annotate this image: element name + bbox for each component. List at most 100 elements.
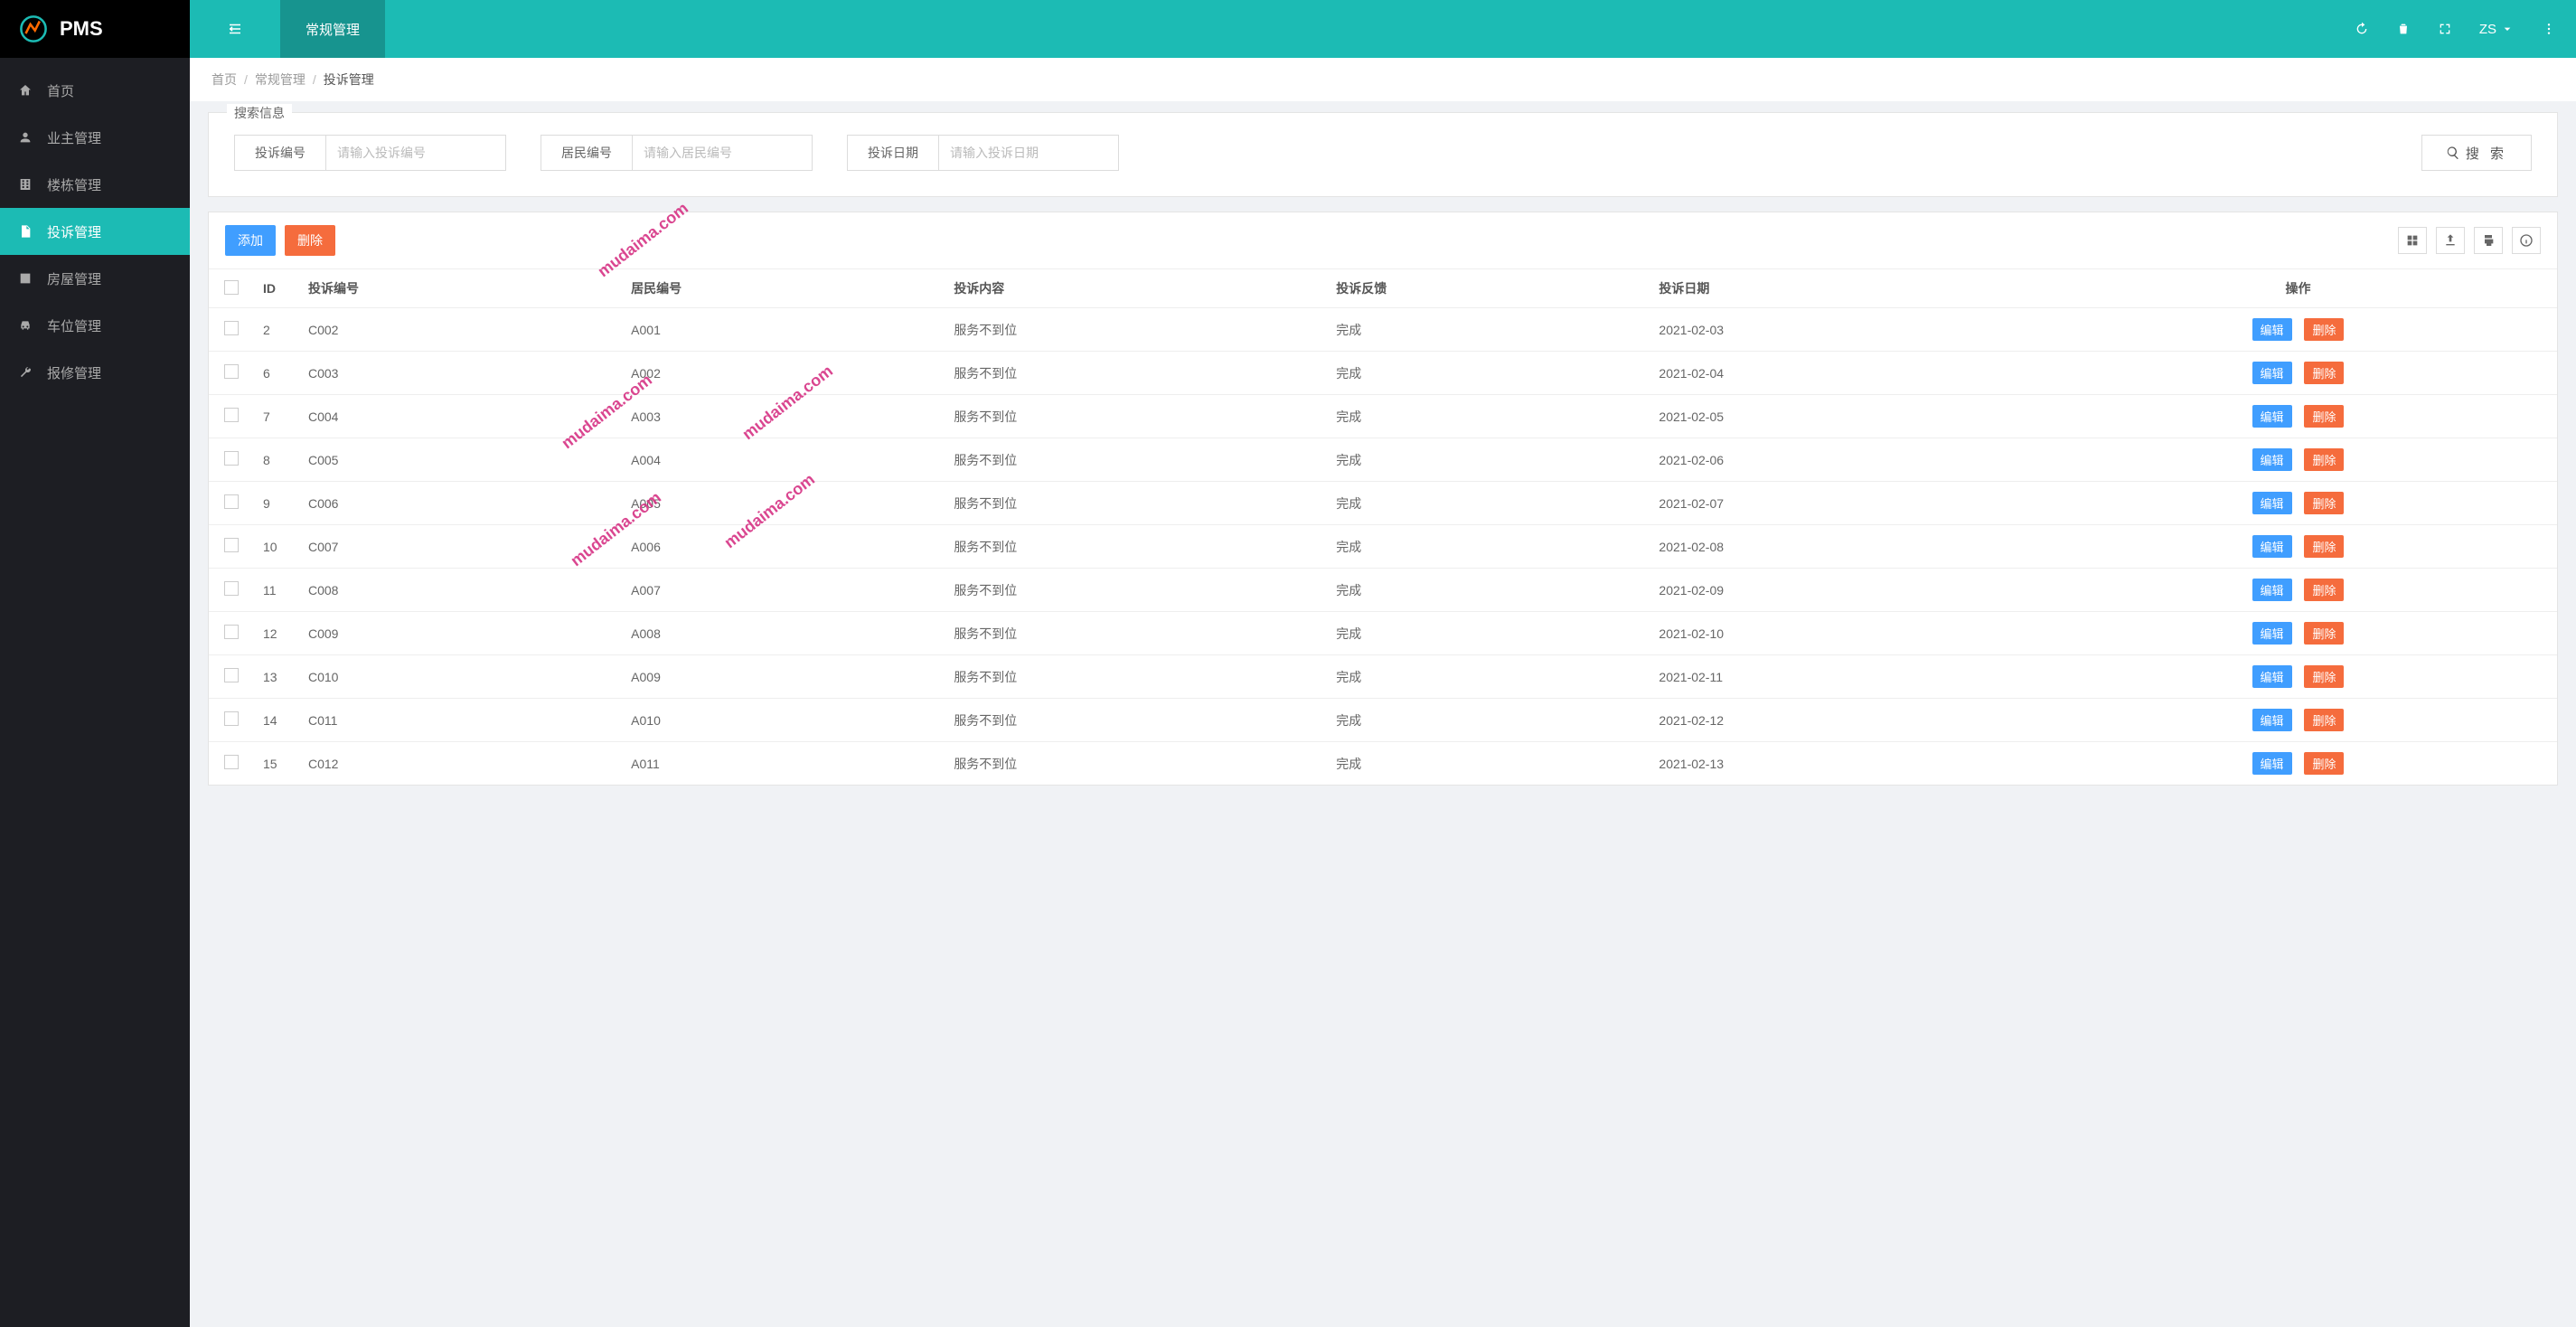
breadcrumb-separator: / bbox=[313, 72, 316, 87]
cell-date: 2021-02-12 bbox=[1650, 699, 2039, 742]
sidebar-item-3[interactable]: 投诉管理 bbox=[0, 208, 190, 255]
search-button[interactable]: 搜 索 bbox=[2421, 135, 2532, 171]
fullscreen-button[interactable] bbox=[2438, 22, 2452, 36]
row-checkbox[interactable] bbox=[224, 625, 239, 639]
sidebar-item-4[interactable]: 房屋管理 bbox=[0, 255, 190, 302]
edit-button[interactable]: 编辑 bbox=[2252, 362, 2292, 384]
logo-text: PMS bbox=[60, 17, 103, 41]
sidebar-item-label: 车位管理 bbox=[47, 316, 101, 335]
table-row: 8 C005 A004 服务不到位 完成 2021-02-06 编辑 删除 bbox=[209, 438, 2557, 482]
row-checkbox[interactable] bbox=[224, 408, 239, 422]
breadcrumb-item[interactable]: 常规管理 bbox=[255, 72, 306, 87]
search-input-0[interactable] bbox=[325, 135, 506, 171]
cell-feedback: 完成 bbox=[1327, 699, 1650, 742]
th-content[interactable]: 投诉内容 bbox=[945, 269, 1327, 308]
delete-button[interactable]: 删除 bbox=[2304, 709, 2344, 731]
cell-content: 服务不到位 bbox=[945, 742, 1327, 786]
columns-button[interactable] bbox=[2398, 227, 2427, 254]
cell-resident-no: A004 bbox=[622, 438, 945, 482]
print-button[interactable] bbox=[2474, 227, 2503, 254]
table-row: 12 C009 A008 服务不到位 完成 2021-02-10 编辑 删除 bbox=[209, 612, 2557, 655]
delete-button[interactable]: 删除 bbox=[2304, 752, 2344, 775]
info-button[interactable] bbox=[2512, 227, 2541, 254]
edit-button[interactable]: 编辑 bbox=[2252, 448, 2292, 471]
logo[interactable]: PMS bbox=[0, 0, 190, 58]
delete-button[interactable]: 删除 bbox=[2304, 405, 2344, 428]
more-button[interactable] bbox=[2542, 22, 2556, 36]
row-checkbox[interactable] bbox=[224, 364, 239, 379]
edit-button[interactable]: 编辑 bbox=[2252, 405, 2292, 428]
clear-button[interactable] bbox=[2396, 22, 2411, 36]
cell-id: 12 bbox=[254, 612, 299, 655]
delete-button[interactable]: 删除 bbox=[2304, 492, 2344, 514]
th-feedback[interactable]: 投诉反馈 bbox=[1327, 269, 1650, 308]
file-icon bbox=[18, 224, 34, 239]
user-menu[interactable]: ZS bbox=[2479, 22, 2515, 37]
row-checkbox[interactable] bbox=[224, 321, 239, 335]
edit-button[interactable]: 编辑 bbox=[2252, 709, 2292, 731]
checkbox-all[interactable] bbox=[224, 280, 239, 295]
cell-id: 2 bbox=[254, 308, 299, 352]
edit-button[interactable]: 编辑 bbox=[2252, 535, 2292, 558]
th-resident-no[interactable]: 居民编号 bbox=[622, 269, 945, 308]
sidebar-item-1[interactable]: 业主管理 bbox=[0, 114, 190, 161]
delete-button[interactable]: 删除 bbox=[2304, 579, 2344, 601]
search-input-2[interactable] bbox=[938, 135, 1119, 171]
th-id[interactable]: ID bbox=[254, 269, 299, 308]
cell-resident-no: A005 bbox=[622, 482, 945, 525]
sidebar-item-6[interactable]: 报修管理 bbox=[0, 349, 190, 396]
row-checkbox[interactable] bbox=[224, 755, 239, 769]
table-row: 6 C003 A002 服务不到位 完成 2021-02-04 编辑 删除 bbox=[209, 352, 2557, 395]
building-icon bbox=[18, 177, 34, 192]
table-row: 14 C011 A010 服务不到位 完成 2021-02-12 编辑 删除 bbox=[209, 699, 2557, 742]
sidebar-item-2[interactable]: 楼栋管理 bbox=[0, 161, 190, 208]
delete-button[interactable]: 删除 bbox=[2304, 318, 2344, 341]
top-tab[interactable]: 常规管理 bbox=[280, 0, 385, 58]
breadcrumb: 首页/常规管理/投诉管理 bbox=[190, 58, 2576, 101]
row-checkbox[interactable] bbox=[224, 451, 239, 466]
batch-delete-button[interactable]: 删除 bbox=[285, 225, 335, 256]
sidebar-item-5[interactable]: 车位管理 bbox=[0, 302, 190, 349]
edit-button[interactable]: 编辑 bbox=[2252, 665, 2292, 688]
edit-button[interactable]: 编辑 bbox=[2252, 622, 2292, 645]
edit-button[interactable]: 编辑 bbox=[2252, 492, 2292, 514]
delete-button[interactable]: 删除 bbox=[2304, 622, 2344, 645]
cell-resident-no: A001 bbox=[622, 308, 945, 352]
cell-id: 8 bbox=[254, 438, 299, 482]
data-table: ID 投诉编号 居民编号 投诉内容 投诉反馈 投诉日期 操作 2 C002 A0… bbox=[209, 268, 2557, 785]
delete-button[interactable]: 删除 bbox=[2304, 665, 2344, 688]
cell-feedback: 完成 bbox=[1327, 569, 1650, 612]
delete-button[interactable]: 删除 bbox=[2304, 448, 2344, 471]
search-input-1[interactable] bbox=[632, 135, 813, 171]
refresh-button[interactable] bbox=[2355, 22, 2369, 36]
edit-button[interactable]: 编辑 bbox=[2252, 318, 2292, 341]
cell-resident-no: A009 bbox=[622, 655, 945, 699]
collapse-button[interactable] bbox=[190, 0, 280, 58]
add-button[interactable]: 添加 bbox=[225, 225, 276, 256]
export-button[interactable] bbox=[2436, 227, 2465, 254]
row-checkbox[interactable] bbox=[224, 711, 239, 726]
row-checkbox[interactable] bbox=[224, 581, 239, 596]
collapse-icon bbox=[227, 21, 243, 37]
breadcrumb-item[interactable]: 首页 bbox=[212, 72, 237, 87]
edit-button[interactable]: 编辑 bbox=[2252, 579, 2292, 601]
print-icon bbox=[2481, 233, 2496, 248]
cell-date: 2021-02-11 bbox=[1650, 655, 2039, 699]
logo-icon bbox=[18, 14, 49, 44]
row-checkbox[interactable] bbox=[224, 668, 239, 682]
th-complaint-no[interactable]: 投诉编号 bbox=[299, 269, 622, 308]
sidebar-item-0[interactable]: 首页 bbox=[0, 67, 190, 114]
sidebar-item-label: 业主管理 bbox=[47, 128, 101, 147]
edit-button[interactable]: 编辑 bbox=[2252, 752, 2292, 775]
delete-button[interactable]: 删除 bbox=[2304, 362, 2344, 384]
cell-date: 2021-02-05 bbox=[1650, 395, 2039, 438]
cell-feedback: 完成 bbox=[1327, 352, 1650, 395]
th-date[interactable]: 投诉日期 bbox=[1650, 269, 2039, 308]
cell-content: 服务不到位 bbox=[945, 699, 1327, 742]
cell-content: 服务不到位 bbox=[945, 569, 1327, 612]
delete-button[interactable]: 删除 bbox=[2304, 535, 2344, 558]
row-checkbox[interactable] bbox=[224, 538, 239, 552]
breadcrumb-separator: / bbox=[244, 72, 248, 87]
row-checkbox[interactable] bbox=[224, 494, 239, 509]
cell-content: 服务不到位 bbox=[945, 395, 1327, 438]
